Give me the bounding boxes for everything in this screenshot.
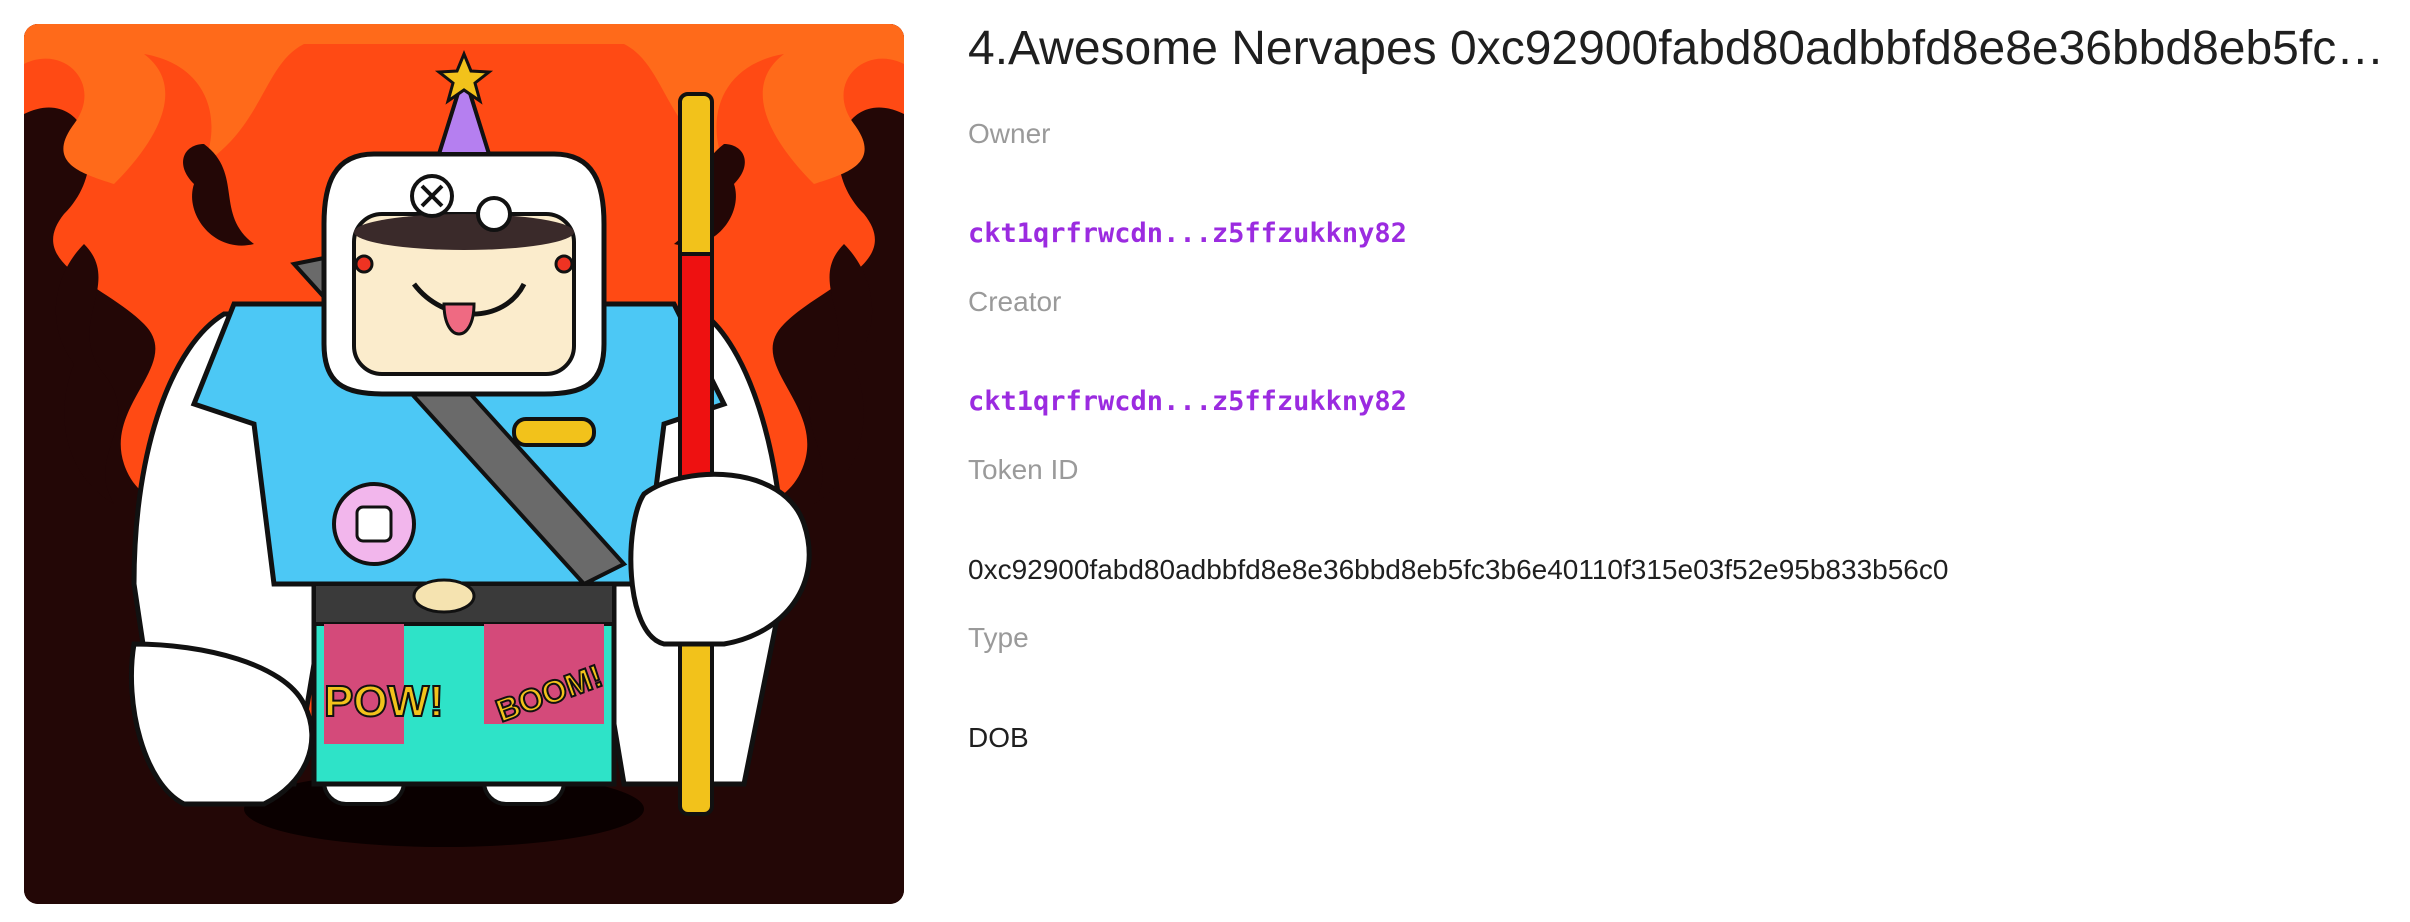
owner-address-link[interactable]: ckt1qrfrwcdn...z5ffzukkny82 — [968, 216, 1407, 252]
type-value: DOB — [968, 722, 1029, 753]
creator-address-link[interactable]: ckt1qrfrwcdn...z5ffzukkny82 — [968, 384, 1407, 420]
token-id-label: Token ID — [968, 454, 1079, 485]
nft-info-panel: 4.Awesome Nervapes 0xc92900fabd80adbbfd8… — [968, 18, 2398, 753]
nervape-illustration: POW! BOOM! — [24, 24, 904, 904]
nft-artwork-image[interactable]: POW! BOOM! — [24, 24, 904, 904]
token-id-value: 0xc92900fabd80adbbfd8e8e36bbd8eb5fc3b6e4… — [968, 554, 1949, 585]
nft-title: 4.Awesome Nervapes 0xc92900fabd80adbbfd8… — [968, 22, 2398, 75]
nft-detail-page: POW! BOOM! 4.Awesome Nervapes 0xc92900fa… — [0, 0, 2410, 922]
owner-label: Owner — [968, 118, 1051, 149]
type-label: Type — [968, 622, 1029, 653]
pow-patch-text: POW! — [324, 677, 444, 726]
creator-label: Creator — [968, 286, 1062, 317]
